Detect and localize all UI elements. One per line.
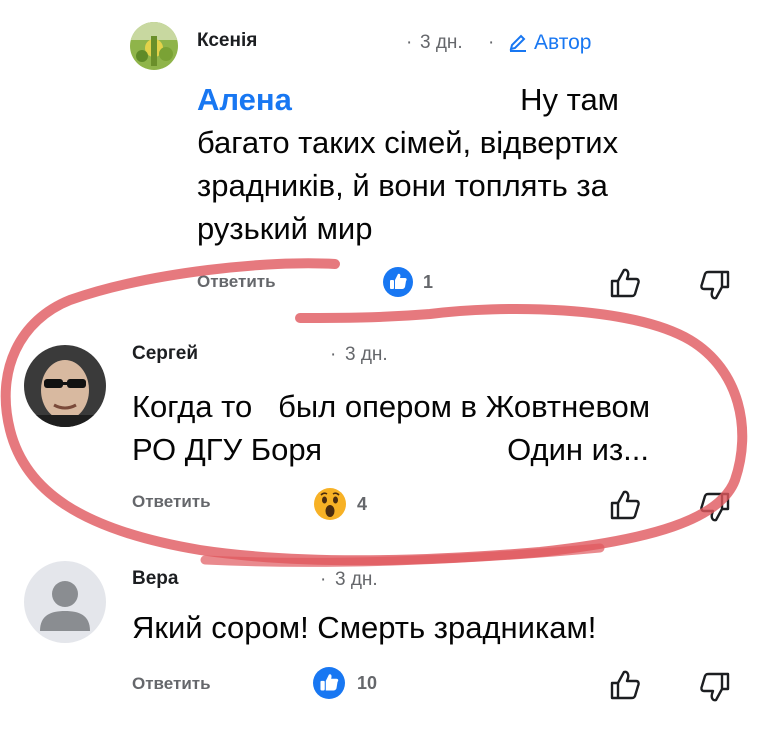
reply-button[interactable]: Ответить <box>132 674 211 694</box>
author-name[interactable]: Ксенія <box>197 30 257 52</box>
comment-text-line: Ну там <box>520 82 619 117</box>
avatar-image <box>24 345 106 427</box>
thumbs-down-icon[interactable] <box>698 670 732 704</box>
reaction-count: 10 <box>357 672 378 693</box>
comment-body: Який сором! Смерть зрадникам! <box>132 606 732 649</box>
thumbs-up-icon[interactable] <box>608 488 642 522</box>
pencil-icon <box>508 33 528 53</box>
author-name[interactable]: Вера <box>132 568 178 590</box>
comment-body: Алена Ну там багато таких сімей, відверт… <box>197 78 677 250</box>
default-avatar-icon <box>24 561 106 643</box>
comment-text-line: Когда то был опером в Жовтневом <box>132 389 651 424</box>
comment-text-line: зрадників, й вони топлять за <box>197 168 608 203</box>
comment-text-line: Який сором! Смерть зрадникам! <box>132 610 597 645</box>
thumbs-up-icon[interactable] <box>608 668 642 702</box>
author-name[interactable]: Сергей <box>132 343 198 365</box>
reaction-count: 1 <box>423 271 434 292</box>
comment-time[interactable]: 3 дн. <box>345 344 388 366</box>
author-badge-label: Автор <box>534 31 592 54</box>
meta-dot: · <box>330 344 337 365</box>
meta-dot: · <box>406 32 413 53</box>
reaction-summary[interactable]: 1 <box>383 267 433 297</box>
avatar-vera[interactable] <box>24 561 106 643</box>
comment-time[interactable]: 3 дн. <box>420 32 463 54</box>
avatar-image <box>130 22 178 70</box>
avatar-kseniia[interactable] <box>130 22 178 70</box>
wow-icon <box>313 487 347 521</box>
comment-text-line: багато таких сімей, відвертих <box>197 125 619 160</box>
meta-dot: · <box>320 569 327 590</box>
meta-dot: · <box>488 32 495 53</box>
reaction-count: 4 <box>357 493 368 514</box>
author-badge: Автор <box>508 31 591 55</box>
reply-button[interactable]: Ответить <box>132 492 211 512</box>
mention-link[interactable]: Алена <box>197 78 292 121</box>
comment-text-line: рузький мир <box>197 211 373 246</box>
comment-text-line: Один из... <box>507 432 650 467</box>
thumbs-down-icon[interactable] <box>698 268 732 302</box>
comment-body: Когда то был опером в Жовтневом РО ДГУ Б… <box>132 385 732 471</box>
like-icon <box>313 667 345 699</box>
reaction-summary[interactable]: 10 <box>313 667 377 699</box>
reaction-summary[interactable]: 4 <box>313 487 367 521</box>
reply-button[interactable]: Ответить <box>197 272 276 292</box>
thumbs-up-icon[interactable] <box>608 266 642 300</box>
thumbs-down-icon[interactable] <box>698 490 732 524</box>
like-icon <box>383 267 413 297</box>
comment-text-line: РО ДГУ Боря <box>132 432 323 467</box>
comment-time[interactable]: 3 дн. <box>335 569 378 591</box>
avatar-sergei[interactable] <box>24 345 106 427</box>
